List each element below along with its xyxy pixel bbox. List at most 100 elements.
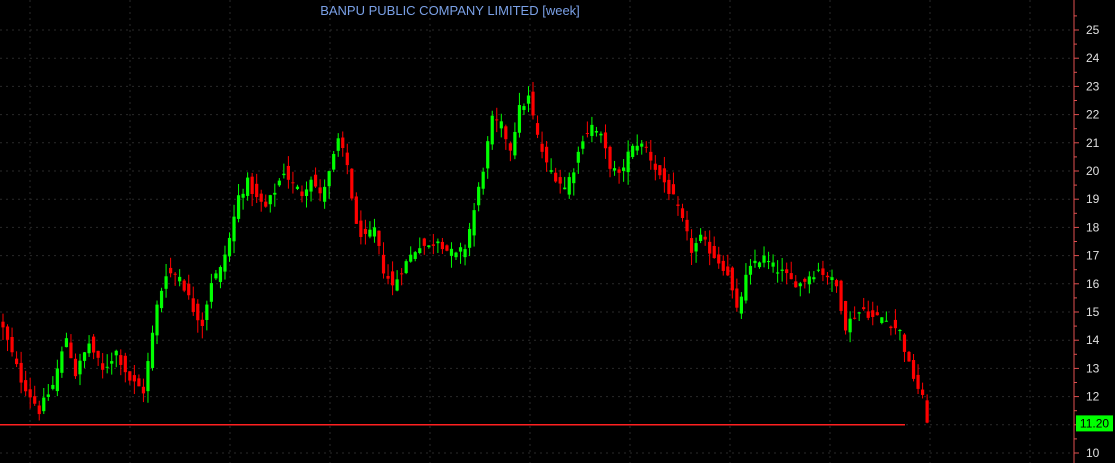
candle-body (173, 273, 177, 275)
candle-body (33, 396, 37, 404)
candle-body (92, 336, 96, 353)
candle-body (236, 195, 241, 219)
candle-body (499, 121, 503, 129)
candle-body (848, 318, 852, 333)
candle-body (313, 174, 318, 187)
candle-body (671, 184, 676, 195)
candle-body (880, 317, 884, 323)
candle-body (603, 132, 608, 149)
candle-body (209, 283, 213, 302)
candle-body (699, 234, 703, 242)
candle-body (508, 143, 512, 151)
candle-body (712, 246, 716, 259)
candle-body (680, 208, 685, 218)
candle-body (558, 177, 562, 184)
candle-body (155, 304, 159, 336)
candle-body (318, 187, 322, 194)
candle-body (82, 352, 87, 361)
candle-body (689, 238, 694, 253)
current-price-label: 11.20 (1080, 416, 1109, 430)
y-tick-label: 14 (1086, 333, 1100, 347)
candle-body (481, 171, 485, 189)
candle-body (911, 360, 916, 379)
candle-body (1, 321, 5, 328)
candle-body (572, 172, 576, 184)
candle-body (286, 165, 290, 180)
candle-body (907, 351, 911, 362)
candle-body (46, 394, 50, 397)
candle-body (816, 269, 820, 271)
candle-body (304, 189, 309, 197)
candle-body (119, 355, 123, 365)
chart-title: BANPU PUBLIC COMPANY LIMITED [week] (320, 3, 580, 18)
candle-body (839, 280, 843, 311)
y-tick-label: 19 (1086, 192, 1100, 206)
candle-body (78, 360, 82, 375)
candle-body (526, 95, 531, 104)
candle-body (617, 169, 621, 173)
candle-body (400, 273, 404, 275)
candle-body (463, 249, 467, 258)
candle-body (467, 228, 472, 248)
candle-body (513, 131, 517, 156)
candle-body (495, 119, 499, 121)
candle-body (549, 170, 553, 172)
candle-body (522, 106, 526, 110)
candle-body (866, 311, 870, 318)
candle-body (105, 366, 109, 368)
candle-body (363, 228, 367, 234)
y-tick-label: 18 (1086, 220, 1100, 234)
candle-body (635, 145, 639, 151)
candle-body (676, 204, 680, 206)
candle-body (19, 362, 23, 383)
candle-body (246, 177, 250, 196)
candle-body (323, 186, 327, 202)
candle-body (531, 91, 535, 116)
candle-body (141, 386, 146, 394)
candle-body (644, 146, 648, 148)
candle-body (164, 276, 168, 289)
candle-body (295, 186, 300, 189)
candle-body (182, 280, 186, 291)
candle-body (128, 371, 132, 381)
candle-body (730, 267, 734, 291)
candle-body (486, 141, 490, 169)
candle-body (413, 252, 417, 259)
candle-body (114, 350, 118, 356)
candle-body (454, 252, 458, 258)
candle-body (28, 389, 32, 398)
candle-body (694, 243, 698, 252)
y-tick-label: 10 (1086, 446, 1100, 460)
candle-body (780, 269, 784, 271)
candle-body (250, 176, 254, 194)
candle-body (5, 326, 10, 340)
candle-body (273, 192, 277, 195)
candle-body (372, 227, 377, 237)
candle-body (626, 151, 630, 173)
candle-body (132, 375, 136, 382)
candle-body (581, 141, 585, 149)
candle-body (726, 266, 730, 276)
candle-body (386, 275, 390, 279)
candle-body (200, 319, 204, 326)
candle-body (332, 153, 336, 170)
candle-body (708, 241, 712, 254)
candle-body (703, 236, 707, 240)
candle-body (336, 138, 340, 151)
chart-root: 10 12 13 14 15 16 17 18 19 20 21 22 23 24 25 11.20 BANP… (0, 0, 1115, 463)
candle-body (812, 277, 816, 280)
y-tick-label: 16 (1086, 277, 1100, 291)
stock-chart: 10 12 13 14 15 16 17 18 19 20 21 22 23 24 25 11.20 BANP… (0, 0, 1113, 463)
candle-body (766, 261, 771, 263)
candle-body (69, 342, 73, 359)
candle-body (169, 267, 173, 274)
candle-body (825, 275, 830, 278)
candle-body (418, 248, 422, 254)
candle-body (477, 186, 481, 206)
candle-body (631, 145, 635, 157)
candle-body (264, 201, 268, 207)
candle-body (255, 183, 259, 198)
candle-body (223, 254, 227, 272)
candle-body (96, 350, 100, 358)
candle-body (87, 343, 91, 354)
